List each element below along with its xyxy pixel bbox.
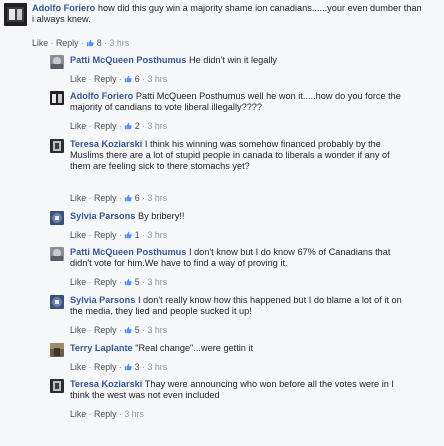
like-count[interactable]: 2: [135, 121, 140, 131]
comment-author[interactable]: Patti McQueen Posthumus: [70, 247, 186, 257]
like-count[interactable]: 6: [135, 193, 140, 203]
comment-author[interactable]: Sylvia Parsons: [70, 211, 135, 221]
avatar[interactable]: [50, 55, 64, 69]
reply-comment: Sylvia Parsons By bribery!! Like · Reply…: [50, 210, 444, 244]
timestamp[interactable]: 3 hrs: [148, 325, 168, 335]
thumbs-up-icon: [125, 194, 133, 202]
reply-comment: Patti McQueen Posthumus He didn't win it…: [50, 54, 444, 88]
like-count[interactable]: 8: [97, 38, 102, 48]
like-link[interactable]: Like: [70, 362, 86, 372]
timestamp[interactable]: 3 hrs: [148, 277, 168, 287]
thumbs-up-icon: [125, 326, 133, 334]
avatar[interactable]: [50, 247, 64, 261]
thumbs-up-icon: [125, 75, 133, 83]
comment: Adolfo Foriero how did this guy win a ma…: [0, 0, 444, 52]
thumbs-up-icon: [87, 39, 95, 47]
like-link[interactable]: Like: [32, 38, 48, 48]
avatar[interactable]: [4, 3, 27, 26]
comment-body: Adolfo Foriero Patti McQueen Posthumus w…: [70, 91, 410, 113]
avatar[interactable]: [50, 139, 64, 153]
reply-link[interactable]: Reply: [94, 230, 117, 240]
reply-link[interactable]: Reply: [94, 409, 117, 419]
like-count[interactable]: 1: [135, 230, 140, 240]
comment-actions: Like · Reply · 8 · 3 hrs: [32, 38, 130, 48]
like-link[interactable]: Like: [70, 121, 86, 131]
reply-comment: Sylvia Parsons I don't really know how t…: [50, 294, 444, 340]
like-link[interactable]: Like: [70, 74, 86, 84]
timestamp[interactable]: 3 hrs: [124, 409, 144, 419]
like-link[interactable]: Like: [70, 230, 86, 240]
comment-author[interactable]: Teresa Koziarski: [70, 139, 142, 149]
comment-text: "Real change"...were gettin it: [135, 343, 254, 353]
comment-body: Adolfo Foriero how did this guy win a ma…: [32, 3, 422, 25]
comment-author[interactable]: Adolfo Foriero: [70, 91, 133, 101]
like-link[interactable]: Like: [70, 193, 86, 203]
comment-body: Sylvia Parsons I don't really know how t…: [70, 295, 410, 317]
comment-body: Terry Laplante "Real change"...were gett…: [70, 343, 440, 354]
comment-actions: Like · Reply · 5 · 3 hrs: [70, 325, 168, 335]
avatar[interactable]: [50, 211, 64, 225]
thumbs-up-icon: [125, 122, 133, 130]
comment-actions: Like · Reply · 1 · 3 hrs: [70, 230, 168, 240]
reply-comment: Patti McQueen Posthumus I don't know but…: [50, 246, 444, 292]
reply-link[interactable]: Reply: [56, 38, 79, 48]
timestamp[interactable]: 3 hrs: [148, 362, 168, 372]
comment-text: By bribery!!: [137, 211, 185, 221]
like-link[interactable]: Like: [70, 409, 86, 419]
comment-text: He didn't win it legally: [188, 55, 278, 65]
comment-body: Patti McQueen Posthumus I don't know but…: [70, 247, 410, 269]
comment-actions: Like · Reply · 3 · 3 hrs: [70, 362, 168, 372]
avatar[interactable]: [50, 91, 64, 105]
comment-author[interactable]: Adolfo Foriero: [32, 3, 95, 13]
comment-actions: Like · Reply · 3 hrs: [70, 409, 144, 419]
thumbs-up-icon: [125, 278, 133, 286]
comment-body: Sylvia Parsons By bribery!!: [70, 211, 440, 222]
like-count[interactable]: 6: [135, 74, 140, 84]
timestamp[interactable]: 3 hrs: [148, 193, 168, 203]
avatar[interactable]: [50, 379, 64, 393]
reply-comment: Terry Laplante "Real change"...were gett…: [50, 342, 444, 376]
comment-body: Teresa Koziarski Thay were announcing wh…: [70, 379, 410, 401]
thumbs-up-icon: [125, 231, 133, 239]
like-count[interactable]: 5: [135, 277, 140, 287]
comment-actions: Like · Reply · 6 · 3 hrs: [70, 74, 168, 84]
reply-link[interactable]: Reply: [94, 193, 117, 203]
comment-actions: Like · Reply · 6 · 3 hrs: [70, 193, 168, 203]
reply-comment: Teresa Koziarski I think his winning was…: [50, 138, 444, 208]
like-count[interactable]: 5: [135, 325, 140, 335]
reply-link[interactable]: Reply: [94, 362, 117, 372]
comment-author[interactable]: Sylvia Parsons: [70, 295, 135, 305]
timestamp[interactable]: 3 hrs: [148, 74, 168, 84]
comment-actions: Like · Reply · 5 · 3 hrs: [70, 277, 168, 287]
comment-author[interactable]: Patti McQueen Posthumus: [70, 55, 186, 65]
reply-link[interactable]: Reply: [94, 121, 117, 131]
timestamp[interactable]: 3 hrs: [148, 121, 168, 131]
like-count[interactable]: 3: [135, 362, 140, 372]
timestamp[interactable]: 3 hrs: [110, 38, 130, 48]
comment-author[interactable]: Terry Laplante: [70, 343, 133, 353]
reply-comment: Adolfo Foriero Patti McQueen Posthumus w…: [50, 90, 444, 136]
avatar[interactable]: [50, 343, 64, 357]
comment-body: Patti McQueen Posthumus He didn't win it…: [70, 55, 440, 66]
reply-link[interactable]: Reply: [94, 277, 117, 287]
like-link[interactable]: Like: [70, 277, 86, 287]
comment-body: Teresa Koziarski I think his winning was…: [70, 139, 410, 171]
reply-link[interactable]: Reply: [94, 325, 117, 335]
thumbs-up-icon: [125, 363, 133, 371]
like-link[interactable]: Like: [70, 325, 86, 335]
timestamp[interactable]: 3 hrs: [148, 230, 168, 240]
reply-comment: Teresa Koziarski Thay were announcing wh…: [50, 378, 444, 438]
reply-link[interactable]: Reply: [94, 74, 117, 84]
comment-author[interactable]: Teresa Koziarski: [70, 379, 142, 389]
comment-actions: Like · Reply · 2 · 3 hrs: [70, 121, 168, 131]
avatar[interactable]: [50, 295, 64, 309]
